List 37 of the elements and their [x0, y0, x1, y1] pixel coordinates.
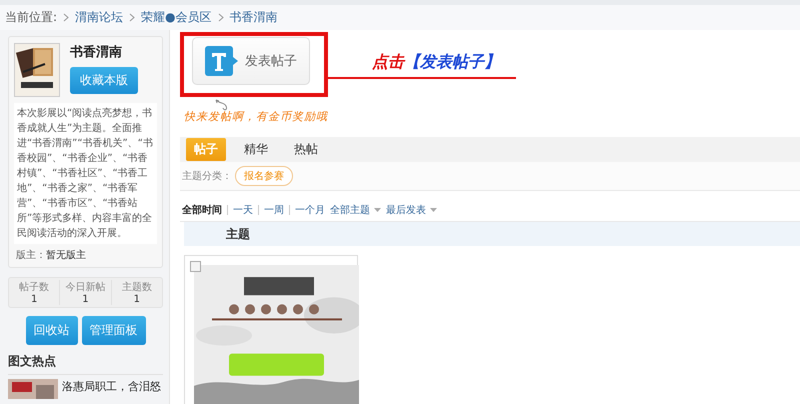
- stat-value: 1: [30, 294, 38, 305]
- tab[interactable]: 热帖: [286, 138, 326, 161]
- hint-text: 快来发帖啊，有金币奖励哦: [184, 109, 329, 124]
- hot-article-link[interactable]: 洛惠局职工，含泪怒: [62, 379, 161, 399]
- filter-link[interactable]: 最后发表: [386, 203, 442, 217]
- moderator-name: 暂无版主: [46, 250, 86, 261]
- breadcrumb-link[interactable]: 荣耀●会员区: [141, 9, 212, 26]
- section-title: 图文热点: [8, 353, 163, 375]
- filter-link[interactable]: 全部主题: [330, 203, 386, 217]
- checkbox[interactable]: [190, 261, 201, 272]
- stat-value: 1: [82, 294, 89, 305]
- tab[interactable]: 精华: [236, 138, 276, 161]
- breadcrumb-link[interactable]: 书香渭南: [230, 9, 278, 26]
- filter-link[interactable]: 全部时间: [182, 203, 227, 217]
- stat-value: 1: [134, 294, 140, 305]
- filter-link[interactable]: 一天: [233, 203, 258, 217]
- breadcrumb-label: 当前位置:: [5, 9, 58, 26]
- filter-link[interactable]: 一个月: [295, 203, 330, 217]
- caret-icon: [374, 208, 381, 212]
- filter-link[interactable]: 一周: [264, 203, 289, 217]
- chevron-icon: [129, 13, 136, 22]
- column-header: 主题: [226, 226, 250, 242]
- stat-label: 主题数: [122, 280, 152, 294]
- breadcrumb-link[interactable]: 渭南论坛: [75, 9, 124, 26]
- text-icon: [205, 46, 239, 76]
- caret-icon: [430, 208, 437, 212]
- forum-description: 本次影展以“阅读点亮梦想，书香成就人生”为主题。全面推进“书香渭南”“书香机关”、“书香校园”、“书香企业”、“书香村镇”、“书香社区”、“书香工地”、“书香之家”、“书香军营”、“书香市区”、“书香站所”等形式多样、内容丰富的全民阅读活动的深入开展。: [14, 103, 157, 244]
- forum-title: 书香渭南: [70, 44, 123, 61]
- chevron-icon: [63, 13, 70, 22]
- annotation-text: 点击【发表帖子】: [372, 52, 500, 73]
- moderator-label: 版主：: [16, 250, 46, 261]
- new-post-button[interactable]: 发表帖子: [192, 37, 310, 85]
- chevron-icon: [218, 13, 224, 22]
- stat-label: 今日新帖: [65, 280, 106, 294]
- stat-label: 帖子数: [19, 280, 50, 294]
- category-label: 主题分类：: [182, 170, 232, 183]
- curly-arrow-icon: [214, 98, 230, 112]
